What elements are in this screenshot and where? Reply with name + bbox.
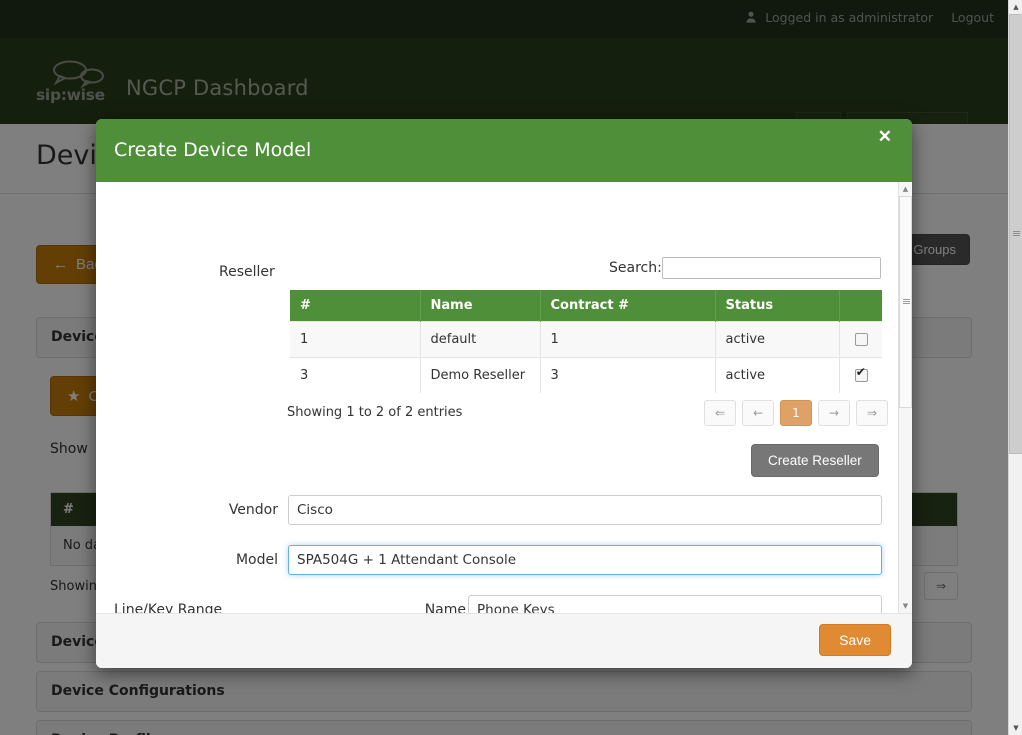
pager-prev[interactable]: ← [742, 400, 774, 426]
reseller-table-header-row: # Name Contract # Status [290, 290, 882, 322]
pager-first[interactable]: ⇐ [704, 400, 736, 426]
cell-status: active [715, 322, 839, 358]
pager-last[interactable]: ⇒ [856, 400, 888, 426]
modal-scroll-thumb[interactable] [899, 196, 912, 408]
reseller-row-checkbox[interactable] [855, 333, 868, 346]
pager-next[interactable]: → [818, 400, 850, 426]
save-button[interactable]: Save [819, 624, 891, 656]
scroll-up-icon[interactable]: ▲ [1009, 0, 1022, 14]
scroll-grip-icon [903, 299, 910, 305]
vendor-field[interactable] [288, 495, 882, 525]
modal-scroll-up-icon[interactable]: ▲ [899, 182, 912, 196]
cell-status: active [715, 358, 839, 394]
modal-body: Reseller Search: # Name Contract # Statu… [96, 182, 912, 613]
close-icon[interactable]: ✕ [874, 126, 896, 147]
modal-scroll-down-icon[interactable]: ▼ [899, 599, 912, 613]
linekey-range-label: Line/Key Range [114, 602, 314, 613]
showing-entries-text: Showing 1 to 2 of 2 entries [287, 405, 462, 420]
vendor-label: Vendor [198, 502, 278, 518]
cell-select [839, 358, 882, 394]
search-label: Search: [609, 260, 662, 276]
name-label: Name [366, 602, 466, 613]
cell-name: default [420, 322, 540, 358]
search-input[interactable] [662, 257, 881, 279]
col-header-name[interactable]: Name [420, 290, 540, 322]
col-header-status[interactable]: Status [715, 290, 839, 322]
table-row[interactable]: 1 default 1 active [290, 322, 882, 358]
modal-header: Create Device Model ✕ [96, 119, 912, 182]
pager-page-1[interactable]: 1 [780, 400, 812, 426]
col-header-contract[interactable]: Contract # [540, 290, 715, 322]
cell-contract: 1 [540, 322, 715, 358]
reseller-row-checkbox[interactable] [855, 369, 868, 382]
cell-num: 1 [290, 322, 420, 358]
reseller-pagination: ⇐ ← 1 → ⇒ [704, 400, 888, 426]
modal-scrollbar[interactable]: ▲ ▼ [898, 182, 912, 613]
modal-footer: Save [96, 613, 912, 668]
create-reseller-button[interactable]: Create Reseller [751, 444, 879, 477]
model-label: Model [198, 552, 278, 568]
browser-scroll-thumb[interactable] [1009, 14, 1022, 454]
col-header-select [839, 290, 882, 322]
cell-num: 3 [290, 358, 420, 394]
col-header-num[interactable]: # [290, 290, 420, 322]
browser-scrollbar[interactable]: ▲ ▼ [1008, 0, 1022, 735]
name-field[interactable] [468, 595, 882, 613]
modal-title: Create Device Model [114, 139, 311, 161]
cell-select [839, 322, 882, 358]
scroll-down-icon[interactable]: ▼ [1009, 721, 1022, 735]
reseller-label: Reseller [219, 264, 275, 280]
reseller-table: # Name Contract # Status 1 default 1 act… [290, 290, 882, 393]
scroll-grip-icon [1013, 231, 1020, 236]
create-device-model-modal: Create Device Model ✕ Reseller Search: #… [96, 119, 912, 668]
model-field[interactable] [288, 545, 882, 575]
cell-contract: 3 [540, 358, 715, 394]
table-row[interactable]: 3 Demo Reseller 3 active [290, 358, 882, 394]
cell-name: Demo Reseller [420, 358, 540, 394]
